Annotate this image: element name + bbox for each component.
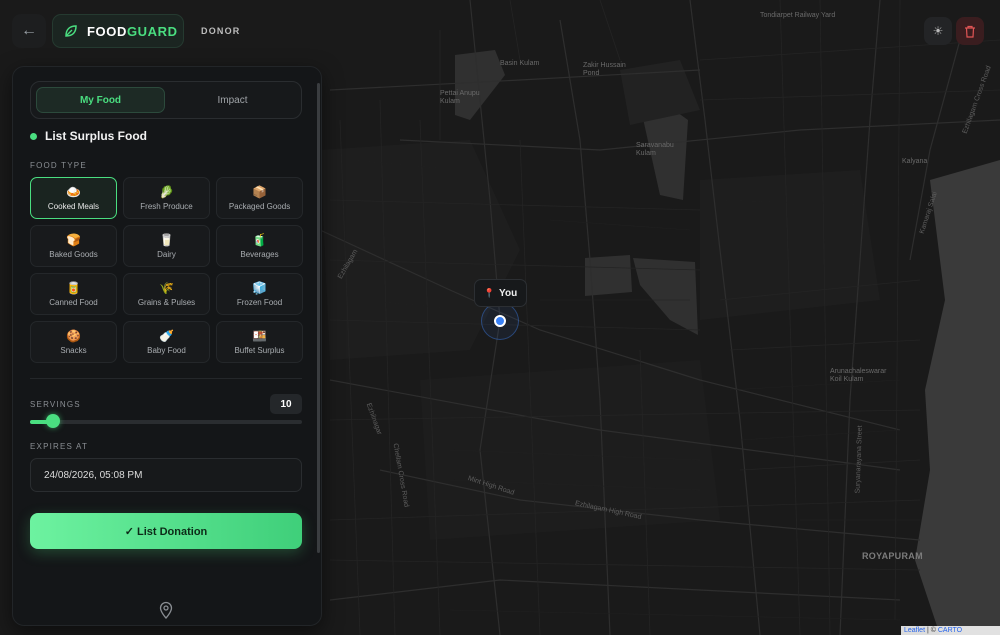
user-location-dot[interactable] <box>494 315 506 327</box>
servings-slider[interactable] <box>30 414 302 428</box>
divider <box>30 378 302 379</box>
brand-logo: FOODGUARD <box>52 14 184 48</box>
food-type-label: Frozen Food <box>236 297 283 307</box>
food-type-option[interactable]: 🥬 Fresh Produce <box>123 177 210 219</box>
place-label: Saravanabu Kulam <box>636 142 674 158</box>
place-label: Tondiarpet Railway Yard <box>760 12 836 19</box>
expires-datetime-input[interactable]: 24/08/2026, 05:08 PM <box>30 458 302 492</box>
panel-scrollbar[interactable] <box>317 83 320 553</box>
food-type-label: Buffet Surplus <box>234 345 285 355</box>
brand-name-part1: FOOD <box>87 23 127 39</box>
package-icon: 📦 <box>252 184 267 199</box>
canned-food-icon: 🥫 <box>66 280 81 295</box>
place-label-royapuram: ROYAPURAM <box>862 551 923 561</box>
slider-thumb[interactable] <box>46 414 61 428</box>
back-button[interactable]: ← <box>12 14 46 48</box>
food-type-label: Grains & Pulses <box>137 297 196 307</box>
servings-label: SERVINGS <box>30 400 81 409</box>
food-type-option[interactable]: 🍱 Buffet Surplus <box>216 321 303 363</box>
grain-icon: 🌾 <box>159 280 174 295</box>
delete-button[interactable] <box>956 17 984 45</box>
trash-icon <box>965 25 975 38</box>
food-type-option[interactable]: 🧃 Beverages <box>216 225 303 267</box>
baby-bottle-icon: 🍼 <box>159 328 174 343</box>
user-marker-label: You <box>499 287 518 299</box>
food-type-label: Baked Goods <box>49 249 98 259</box>
place-label: Arunachaleswarar Koil Kulam <box>830 368 887 384</box>
map-pin-icon[interactable] <box>158 601 174 619</box>
list-donation-button[interactable]: ✓ List Donation <box>30 513 302 549</box>
cookie-icon: 🍪 <box>66 328 81 343</box>
food-type-label: FOOD TYPE <box>30 161 87 170</box>
bread-icon: 🍞 <box>66 232 81 247</box>
brand-name: FOODGUARD <box>87 24 178 39</box>
slider-track <box>30 420 302 424</box>
food-type-option[interactable]: 🍼 Baby Food <box>123 321 210 363</box>
food-type-option[interactable]: 🍞 Baked Goods <box>30 225 117 267</box>
status-dot <box>30 132 37 140</box>
pin-icon: 📍 <box>483 287 496 298</box>
food-type-option[interactable]: 🍪 Snacks <box>30 321 117 363</box>
food-type-label: Snacks <box>60 345 87 355</box>
section-title-text: List Surplus Food <box>45 129 147 143</box>
leaf-icon <box>65 25 77 37</box>
milk-icon: 🥛 <box>159 232 174 247</box>
food-type-label: Baby Food <box>147 345 186 355</box>
food-type-option[interactable]: 📦 Packaged Goods <box>216 177 303 219</box>
food-type-label: Fresh Produce <box>140 201 193 211</box>
food-type-option[interactable]: 🥛 Dairy <box>123 225 210 267</box>
place-label: Kalyana <box>902 158 928 165</box>
app-root: Tondiarpet Railway Yard Basin Kulam Zaki… <box>0 0 1000 635</box>
user-marker-tooltip: 📍 You <box>474 279 527 307</box>
food-type-label: Beverages <box>240 249 279 259</box>
panel-tabs: My Food Impact <box>30 81 302 119</box>
food-type-option[interactable]: 🧊 Frozen Food <box>216 273 303 315</box>
place-label: Pettai Anupu Kulam <box>440 90 480 106</box>
carto-link[interactable]: CARTO <box>938 627 962 634</box>
attribution-separator: | © <box>925 627 938 634</box>
juice-box-icon: 🧃 <box>252 232 267 247</box>
food-type-label: Dairy <box>157 249 176 259</box>
sun-icon: ☀ <box>932 24 944 38</box>
ice-cube-icon: 🧊 <box>252 280 267 295</box>
brand-name-part2: GUARD <box>126 23 178 39</box>
arrow-left-icon: ← <box>21 22 37 39</box>
food-type-label: Cooked Meals <box>47 201 100 211</box>
donor-panel: My Food Impact List Surplus Food FOOD TY… <box>12 66 322 626</box>
food-type-option[interactable]: 🥫 Canned Food <box>30 273 117 315</box>
role-label: DONOR <box>201 26 241 36</box>
food-type-label: Packaged Goods <box>228 201 291 211</box>
tab-impact[interactable]: Impact <box>169 87 296 113</box>
food-type-option[interactable]: 🌾 Grains & Pulses <box>123 273 210 315</box>
cooked-meals-icon: 🍛 <box>66 184 81 199</box>
section-title: List Surplus Food <box>30 129 147 143</box>
leaflet-link[interactable]: Leaflet <box>904 627 925 634</box>
leafy-greens-icon: 🥬 <box>159 184 174 199</box>
map-attribution: Leaflet | © CARTO <box>901 626 1000 635</box>
tab-my-food[interactable]: My Food <box>36 87 165 113</box>
place-label: Zakir Hussain Pond <box>583 62 626 78</box>
place-label: Basin Kulam <box>500 60 540 67</box>
servings-value-badge: 10 <box>270 394 302 414</box>
theme-toggle-button[interactable]: ☀ <box>924 17 952 45</box>
bento-icon: 🍱 <box>252 328 267 343</box>
expires-label: EXPIRES AT <box>30 442 89 451</box>
food-type-label: Canned Food <box>49 297 98 307</box>
food-type-grid: 🍛 Cooked Meals 🥬 Fresh Produce 📦 Packaged Goo… <box>30 177 303 363</box>
food-type-option[interactable]: 🍛 Cooked Meals <box>30 177 117 219</box>
